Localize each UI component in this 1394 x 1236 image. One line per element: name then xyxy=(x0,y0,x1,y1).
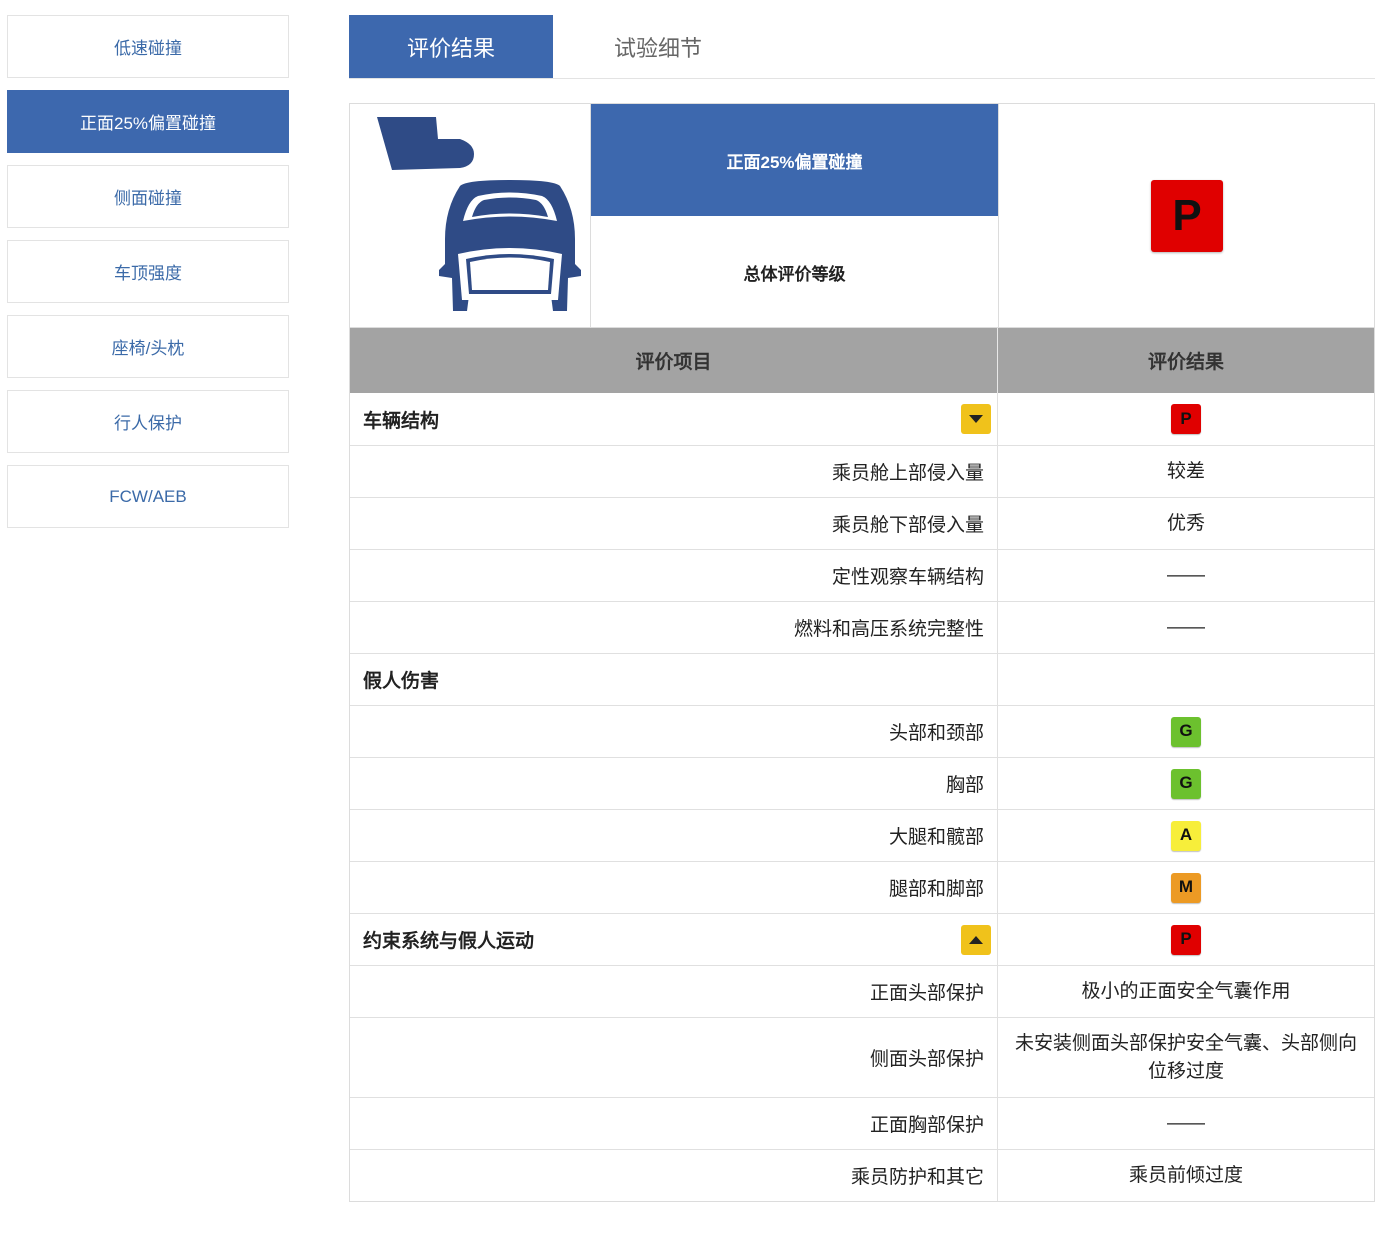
rating-badge: M xyxy=(1171,872,1201,903)
row-value: 较差 xyxy=(1166,460,1205,482)
row-label: 乘员舱下部侵入量 xyxy=(350,498,998,549)
row-value: —— xyxy=(1167,564,1205,586)
row-label: 定性观察车辆结构 xyxy=(350,550,998,601)
summary-block: 正面25%偏置碰撞 总体评价等级 P xyxy=(350,104,1374,328)
row-value: 优秀 xyxy=(1166,512,1205,534)
table-row: 头部和颈部 G xyxy=(350,705,1374,757)
row-value: 乘员前倾过度 xyxy=(1128,1164,1243,1186)
row-label: 头部和颈部 xyxy=(350,706,998,757)
tab-bar: 评价结果 试验细节 xyxy=(349,15,1375,79)
section-title: 车辆结构 xyxy=(363,410,440,432)
row-value: 未安装侧面头部保护安全气囊、头部侧向位移过度 xyxy=(1014,1032,1357,1082)
test-name-header: 正面25%偏置碰撞 xyxy=(591,104,998,216)
rating-badge: P xyxy=(1171,924,1201,955)
overall-rating-label: 总体评价等级 xyxy=(743,264,846,284)
sidebar-item-pedestrian[interactable]: 行人保护 xyxy=(7,390,289,453)
sidebar-item-seat-headrest[interactable]: 座椅/头枕 xyxy=(7,315,289,378)
sidebar-item-low-speed[interactable]: 低速碰撞 xyxy=(7,15,289,78)
table-row: 燃料和高压系统完整性 —— xyxy=(350,601,1374,653)
row-label: 胸部 xyxy=(350,758,998,809)
row-label: 乘员防护和其它 xyxy=(350,1150,998,1201)
chevron-up-icon xyxy=(969,935,983,944)
table-row: 乘员防护和其它 乘员前倾过度 xyxy=(350,1149,1374,1201)
row-label: 正面头部保护 xyxy=(350,966,998,1017)
table-row: 定性观察车辆结构 —— xyxy=(350,549,1374,601)
section-restraints: 约束系统与假人运动 P xyxy=(350,913,1374,965)
rating-badge: A xyxy=(1171,820,1201,851)
row-label: 大腿和髋部 xyxy=(350,810,998,861)
row-value: —— xyxy=(1167,1112,1205,1134)
sidebar: 低速碰撞 正面25%偏置碰撞 侧面碰撞 车顶强度 座椅/头枕 行人保护 FCW/… xyxy=(7,15,289,540)
row-label: 侧面头部保护 xyxy=(350,1018,998,1097)
row-label: 燃料和高压系统完整性 xyxy=(350,602,998,653)
section-title: 约束系统与假人运动 xyxy=(363,931,535,952)
sidebar-item-roof-strength[interactable]: 车顶强度 xyxy=(7,240,289,303)
table-row: 乘员舱下部侵入量 优秀 xyxy=(350,497,1374,549)
overall-rating-cell: P xyxy=(998,104,1375,328)
table-row: 胸部 G xyxy=(350,757,1374,809)
col-header-item: 评价项目 xyxy=(350,328,998,393)
rating-badge: G xyxy=(1171,768,1201,799)
table-row: 正面头部保护 极小的正面安全气囊作用 xyxy=(350,965,1374,1017)
section-vehicle-structure: 车辆结构 P xyxy=(350,393,1374,445)
results-table-body: 车辆结构 P 乘员舱上部侵入量 较差 乘员舱下部侵入量 优秀 定性观察车辆结构 … xyxy=(350,393,1374,1201)
tab-details[interactable]: 试验细节 xyxy=(553,15,763,78)
sidebar-item-fcw-aeb[interactable]: FCW/AEB xyxy=(7,465,289,528)
collapse-toggle-button[interactable] xyxy=(961,924,991,955)
overall-rating-badge: P xyxy=(1151,180,1223,252)
tab-results[interactable]: 评价结果 xyxy=(349,15,553,78)
table-row: 正面胸部保护 —— xyxy=(350,1097,1374,1149)
sidebar-item-small-overlap[interactable]: 正面25%偏置碰撞 xyxy=(7,90,289,153)
chevron-down-icon xyxy=(969,415,983,423)
row-label: 腿部和脚部 xyxy=(350,862,998,913)
row-value: 极小的正面安全气囊作用 xyxy=(1081,980,1291,1002)
table-row: 腿部和脚部 M xyxy=(350,861,1374,913)
row-value: —— xyxy=(1167,616,1205,638)
section-dummy-injury: 假人伤害 xyxy=(350,653,1374,705)
sidebar-item-side-impact[interactable]: 侧面碰撞 xyxy=(7,165,289,228)
row-label: 正面胸部保护 xyxy=(350,1098,998,1149)
section-title: 假人伤害 xyxy=(363,671,440,692)
rating-badge: G xyxy=(1171,716,1201,747)
table-row: 乘员舱上部侵入量 较差 xyxy=(350,445,1374,497)
small-overlap-crash-icon xyxy=(350,104,591,328)
table-row: 侧面头部保护 未安装侧面头部保护安全气囊、头部侧向位移过度 xyxy=(350,1017,1374,1097)
expand-toggle-button[interactable] xyxy=(961,404,991,434)
results-panel: 正面25%偏置碰撞 总体评价等级 P 评价项目 评价结果 车辆结构 P 乘员舱上… xyxy=(349,103,1375,1202)
rating-badge: P xyxy=(1171,404,1201,434)
row-label: 乘员舱上部侵入量 xyxy=(350,446,998,497)
table-header: 评价项目 评价结果 xyxy=(350,328,1374,393)
table-row: 大腿和髋部 A xyxy=(350,809,1374,861)
col-header-result: 评价结果 xyxy=(1147,352,1224,373)
